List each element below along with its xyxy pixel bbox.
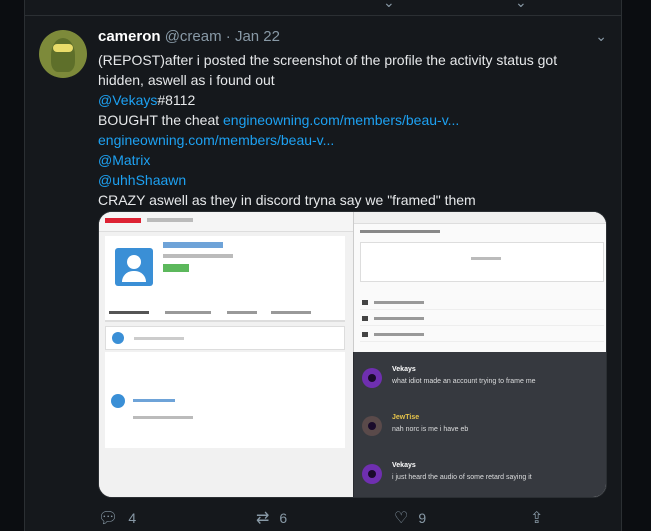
forum-wall: [105, 352, 345, 448]
forum-profile-card: [105, 236, 345, 308]
tweet-line: @Vekays#8112: [98, 90, 603, 110]
tweet-line: @Matrix: [98, 150, 603, 170]
tweet-text-segment: CRAZY aswell as they in discord tryna sa…: [98, 192, 476, 208]
discord-message: Vekays what idiot made an account trying…: [362, 364, 602, 394]
forum-topbar: [99, 212, 353, 232]
author-handle[interactable]: @cream: [165, 28, 222, 45]
previous-tweet-actions: ⌄ ⌄: [25, 0, 621, 16]
discord-avatar: [362, 416, 382, 436]
discord-text: nah norc is me i have eb: [392, 426, 469, 433]
forum-profile-tabs: [105, 304, 345, 322]
tweet-line: BOUGHT the cheat engineowning.com/member…: [98, 110, 603, 130]
reply-button[interactable]: 💬︎ 4: [98, 508, 136, 528]
tweet-link[interactable]: engineowning.com/members/beau-v...: [223, 112, 459, 128]
tweet-link[interactable]: @Vekays: [98, 92, 157, 108]
share-icon-prev[interactable]: ⌄: [515, 0, 527, 11]
like-button[interactable]: ♡ 9: [394, 508, 426, 528]
tweet-header: cameron @cream · Jan 22: [98, 28, 280, 45]
tweet-actions: 💬︎ 4 ⇄ 6 ♡ 9 ⇪: [98, 508, 603, 528]
discord-avatar: [362, 464, 382, 484]
tweet-media[interactable]: Vekays what idiot made an account trying…: [98, 211, 607, 498]
separator: ·: [225, 28, 231, 45]
reply-icon: 💬︎: [98, 510, 119, 527]
share-icon: ⇪: [530, 510, 544, 527]
retweet-count: 6: [279, 510, 288, 526]
retweet-button[interactable]: ⇄ 6: [256, 508, 287, 528]
tweet-text-segment: (REPOST)after i posted the screenshot of…: [98, 52, 558, 68]
tweet-line: hidden, aswell as i found out: [98, 70, 603, 90]
tweet-text: (REPOST)after i posted the screenshot of…: [98, 50, 603, 210]
tweet-line: @uhhShaawn: [98, 170, 603, 190]
discord-username: Vekays: [392, 462, 416, 469]
chevron-down-icon[interactable]: ⌄: [595, 28, 607, 45]
share-button[interactable]: ⇪: [530, 508, 553, 528]
like-count: 9: [418, 510, 427, 526]
tweet-text-segment: hidden, aswell as i found out: [98, 72, 275, 88]
discord-username: JewTise: [392, 414, 420, 421]
heart-icon: ♡: [394, 510, 409, 527]
tweet-line: engineowning.com/members/beau-v...: [98, 130, 603, 150]
retweet-icon-prev[interactable]: ⌄: [383, 0, 395, 11]
forum-trophies-screenshot: [353, 212, 606, 352]
discord-avatar: [362, 368, 382, 388]
tweet-link[interactable]: @uhhShaawn: [98, 172, 186, 188]
tweet-text-segment: #8112: [157, 92, 196, 108]
retweet-icon: ⇄: [256, 510, 270, 527]
tweet-card[interactable]: ⌄ ⌄ cameron @cream · Jan 22 ⌄ (REPOST)af…: [24, 0, 622, 531]
screen: ⌄ ⌄ cameron @cream · Jan 22 ⌄ (REPOST)af…: [0, 0, 651, 531]
avatar[interactable]: [39, 30, 87, 78]
discord-username: Vekays: [392, 366, 416, 373]
avatar-eyes: [53, 44, 73, 52]
discord-screenshot: Vekays what idiot made an account trying…: [353, 352, 606, 497]
discord-text: what idiot made an account trying to fra…: [392, 378, 536, 385]
tweet-line: (REPOST)after i posted the screenshot of…: [98, 50, 603, 70]
tweet-link[interactable]: @Matrix: [98, 152, 150, 168]
tweet-line: CRAZY aswell as they in discord tryna sa…: [98, 190, 603, 210]
forum-profile-screenshot: [99, 212, 353, 497]
forum-post-box: [105, 326, 345, 350]
reply-count: 4: [128, 510, 137, 526]
discord-text: i just heard the audio of some retard sa…: [392, 474, 532, 481]
tweet-link[interactable]: engineowning.com/members/beau-v...: [98, 132, 334, 148]
user-icon: [115, 248, 153, 286]
tweet-text-segment: BOUGHT the cheat: [98, 112, 224, 128]
discord-message: Vekays i just heard the audio of some re…: [362, 460, 602, 490]
discord-message: JewTise nah norc is me i have eb: [362, 412, 602, 442]
author-name[interactable]: cameron: [98, 28, 161, 45]
tweet-date[interactable]: Jan 22: [235, 28, 280, 45]
